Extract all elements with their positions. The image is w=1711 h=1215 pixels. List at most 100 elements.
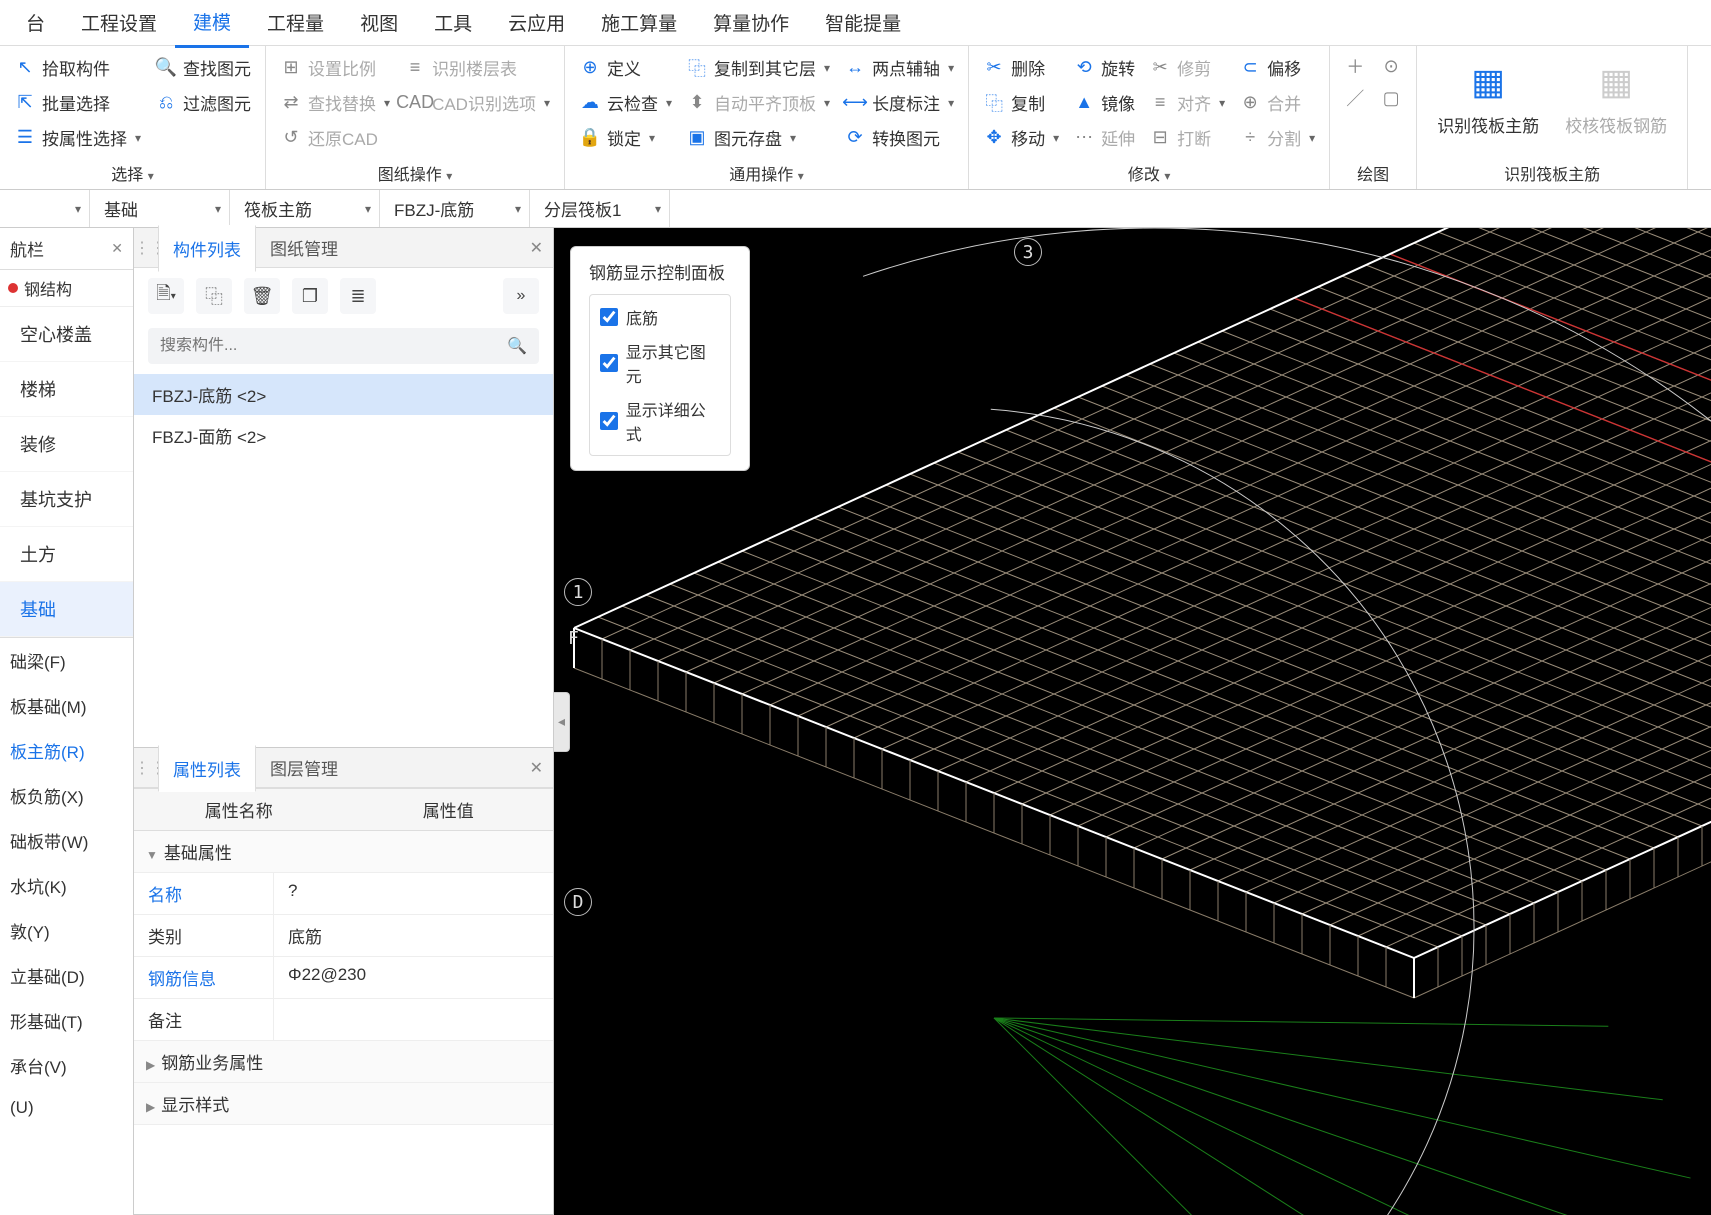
selector-dropdown[interactable]: 筏板主筋▾ xyxy=(230,190,380,227)
ribbon-button[interactable]: ↔两点辅轴▾ xyxy=(840,52,958,83)
menu-item[interactable]: 云应用 xyxy=(490,0,583,46)
close-icon[interactable]: ✕ xyxy=(530,758,543,778)
copy-button[interactable]: ⿻ xyxy=(196,278,232,314)
nav-subitem[interactable]: 板基础(M) xyxy=(0,683,133,728)
delete-button[interactable]: 🗑 xyxy=(244,278,280,314)
list-item[interactable]: FBZJ-底筋 <2> xyxy=(134,374,553,415)
property-group-header[interactable]: ▶显示样式 xyxy=(134,1083,553,1125)
nav-subitem[interactable]: 水坑(K) xyxy=(0,863,133,908)
ribbon-group-label: 绘图 xyxy=(1340,157,1406,187)
ribbon-button: ⊕合并 xyxy=(1235,87,1319,118)
ribbon-group-label: 识别筏板主筋 xyxy=(1427,157,1677,187)
checkbox-row[interactable]: 底筋 xyxy=(600,305,720,329)
ribbon-icon: ⬍ xyxy=(686,92,708,114)
ribbon-button[interactable]: ↖拾取构件 xyxy=(10,52,145,83)
nav-item[interactable]: 装修 xyxy=(0,417,133,472)
ribbon-button[interactable]: ⟲旋转 xyxy=(1069,52,1139,83)
tab-component-list[interactable]: 构件列表 xyxy=(158,225,256,272)
ribbon-icon: ÷ xyxy=(1239,127,1261,149)
tab-layer-mgmt[interactable]: 图层管理 xyxy=(256,745,352,790)
grip-icon[interactable]: ⋮⋮ xyxy=(134,238,158,258)
ribbon-group-label: 图纸操作 ▾ xyxy=(276,157,554,187)
property-row[interactable]: 钢筋信息Φ22@230 xyxy=(134,957,553,999)
ribbon-button[interactable]: ⿻复制 xyxy=(979,87,1063,118)
nav-item[interactable]: 基础 xyxy=(0,582,133,637)
ribbon-button[interactable]: ✥移动▾ xyxy=(979,122,1063,153)
search-box[interactable]: 🔍 xyxy=(148,328,539,364)
ribbon-big-button[interactable]: ▦识别筏板主筋 xyxy=(1427,52,1549,143)
list-item[interactable]: FBZJ-面筋 <2> xyxy=(134,415,553,456)
selector-dropdown[interactable]: FBZJ-底筋▾ xyxy=(380,190,530,227)
ribbon-button[interactable]: ⊕定义 xyxy=(575,52,676,83)
menu-item[interactable]: 视图 xyxy=(342,0,416,46)
property-row[interactable]: 名称? xyxy=(134,873,553,915)
ribbon-button[interactable]: ⟳转换图元 xyxy=(840,122,958,153)
nav-subitem[interactable]: 敦(Y) xyxy=(0,908,133,953)
nav-subitem[interactable]: 承台(V) xyxy=(0,1043,133,1088)
menu-item[interactable]: 算量协作 xyxy=(695,0,807,46)
menu-item[interactable]: 工程量 xyxy=(249,0,342,46)
ribbon-button[interactable]: ▣图元存盘▾ xyxy=(682,122,834,153)
tab-drawing-mgmt[interactable]: 图纸管理 xyxy=(256,225,352,270)
checkbox[interactable] xyxy=(600,354,618,372)
ribbon-button[interactable]: ⿻复制到其它层▾ xyxy=(682,52,834,83)
edge-expand-tab[interactable]: ◂ xyxy=(554,692,570,752)
menu-item[interactable]: 工具 xyxy=(416,0,490,46)
ribbon-icon: ≡ xyxy=(404,57,426,79)
menu-item[interactable]: 施工算量 xyxy=(583,0,695,46)
ribbon-button[interactable]: ☁云检查▾ xyxy=(575,87,676,118)
nav-subitem[interactable]: 础梁(F) xyxy=(0,638,133,683)
viewport-3d[interactable]: ◂ 钢筋显示控制面板 底筋显示其它图元显示详细公式 3 1 F D xyxy=(554,228,1711,1215)
property-row[interactable]: 备注 xyxy=(134,999,553,1041)
menu-item[interactable]: 台 xyxy=(8,0,63,46)
nav-item[interactable]: 楼梯 xyxy=(0,362,133,417)
ribbon-button[interactable]: 🔍查找图元 xyxy=(151,52,255,83)
nav-subitem[interactable]: 立基础(D) xyxy=(0,953,133,998)
new-button[interactable]: 🗎 ▾ xyxy=(148,278,184,314)
duplicate-button[interactable]: ❐ xyxy=(292,278,328,314)
more-button[interactable]: » xyxy=(503,278,539,314)
close-icon[interactable]: ✕ xyxy=(530,238,543,258)
ribbon-button[interactable]: ☰按属性选择▾ xyxy=(10,122,145,153)
nav-subitem[interactable]: (U) xyxy=(0,1088,133,1128)
nav-marker-row[interactable]: 钢结构 xyxy=(0,270,133,307)
ribbon-button[interactable]: 🔒锁定▾ xyxy=(575,122,676,153)
property-row[interactable]: 类别底筋 xyxy=(134,915,553,957)
property-group-header[interactable]: ▶钢筋业务属性 xyxy=(134,1041,553,1083)
checkbox[interactable] xyxy=(600,308,618,326)
nav-item[interactable]: 土方 xyxy=(0,527,133,582)
nav-subitem[interactable]: 板主筋(R) xyxy=(0,728,133,773)
ribbon-button[interactable]: ⇱批量选择 xyxy=(10,87,145,118)
close-icon[interactable]: ✕ xyxy=(111,240,123,257)
menu-item[interactable]: 建模 xyxy=(175,0,249,48)
float-panel-title: 钢筋显示控制面板 xyxy=(589,259,731,294)
checkbox-row[interactable]: 显示其它图元 xyxy=(600,339,720,387)
nav-subitem[interactable]: 础板带(W) xyxy=(0,818,133,863)
selector-dropdown[interactable]: 分层筏板1▾ xyxy=(530,190,670,227)
ribbon-button[interactable]: ✂删除 xyxy=(979,52,1063,83)
selector-dropdown[interactable]: 基础▾ xyxy=(90,190,230,227)
ribbon-button[interactable]: ▲镜像 xyxy=(1069,87,1139,118)
layer-button[interactable]: ≣ xyxy=(340,278,376,314)
ribbon-button: ≡对齐▾ xyxy=(1145,87,1229,118)
component-list-tabs: ⋮⋮ 构件列表 图纸管理 ✕ xyxy=(134,228,553,268)
nav-item[interactable]: 空心楼盖 xyxy=(0,307,133,362)
ribbon-button[interactable]: ⊂偏移 xyxy=(1235,52,1319,83)
checkbox[interactable] xyxy=(600,412,618,430)
menu-item[interactable]: 智能提量 xyxy=(807,0,919,46)
tab-property-list[interactable]: 属性列表 xyxy=(158,745,256,792)
ribbon-button[interactable]: ⎌过滤图元 xyxy=(151,87,255,118)
nav-subitem[interactable]: 形基础(T) xyxy=(0,998,133,1043)
ribbon-button: ＋ xyxy=(1340,52,1370,80)
selector-dropdown[interactable]: ▾ xyxy=(0,190,90,227)
ribbon-button: ▢ xyxy=(1376,84,1406,112)
nav-subitem[interactable]: 板负筋(X) xyxy=(0,773,133,818)
grip-icon[interactable]: ⋮⋮ xyxy=(134,758,158,778)
nav-item[interactable]: 基坑支护 xyxy=(0,472,133,527)
property-group-header[interactable]: ▼基础属性 xyxy=(134,831,553,873)
ribbon-group: ⊞设置比例⇄查找替换▾↺还原CAD≡识别楼层表CADCAD识别选项▾图纸操作 ▾ xyxy=(266,46,565,189)
checkbox-row[interactable]: 显示详细公式 xyxy=(600,397,720,445)
search-input[interactable] xyxy=(160,337,507,355)
menu-item[interactable]: 工程设置 xyxy=(63,0,175,46)
ribbon-button[interactable]: ⟷长度标注▾ xyxy=(840,87,958,118)
